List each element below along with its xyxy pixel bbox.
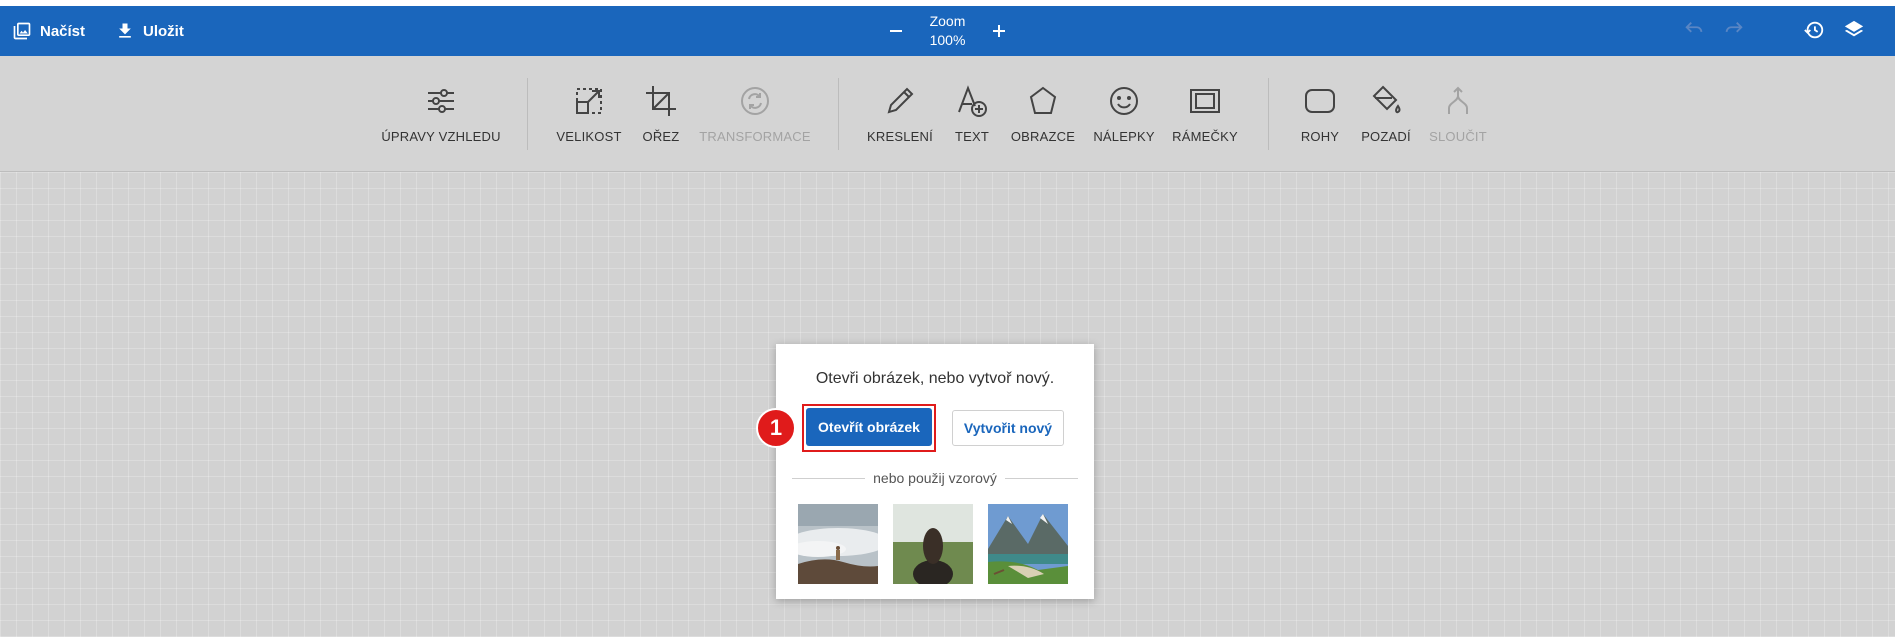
plus-icon: [993, 25, 1006, 37]
rounded-corners-icon: [1305, 89, 1335, 113]
save-button[interactable]: Uložit: [115, 6, 184, 56]
zoom-control: Zoom 100%: [0, 6, 1895, 56]
tool-transform[interactable]: TRANSFORMACE: [699, 84, 811, 144]
tool-crop[interactable]: OŘEZ: [636, 84, 686, 144]
history-icon: [1804, 21, 1824, 39]
zoom-readout: Zoom 100%: [930, 12, 966, 50]
open-image-dialog: Otevři obrázek, nebo vytvoř nový. Otevří…: [756, 344, 1094, 599]
sample-girl-image: [893, 504, 973, 584]
tool-resize[interactable]: VELIKOST: [554, 84, 624, 144]
zoom-in-button[interactable]: [987, 19, 1011, 43]
sample-label: nebo použij vzorový: [873, 470, 997, 486]
open-image-button[interactable]: Otevřít obrázek: [806, 408, 932, 446]
separator: [527, 78, 528, 150]
redo-icon: [1725, 22, 1743, 33]
load-button[interactable]: Načíst: [12, 6, 85, 56]
text-add-icon: [958, 85, 987, 117]
paint-bucket-icon: [1372, 85, 1401, 114]
dialog-title: Otevři obrázek, nebo vytvoř nový.: [815, 370, 1055, 387]
tool-frames[interactable]: RÁMEČKY: [1167, 84, 1243, 144]
pencil-icon: [887, 87, 914, 114]
tool-stickers[interactable]: NÁLEPKY: [1089, 84, 1159, 144]
divider-line: [1004, 477, 1078, 479]
sample-image-girl[interactable]: [893, 504, 973, 584]
layers-button[interactable]: [1843, 19, 1865, 41]
create-new-button[interactable]: Vytvořit nový: [952, 410, 1064, 446]
tool-label: ROHY: [1300, 129, 1340, 144]
zoom-value: 100%: [929, 32, 966, 48]
save-label: Uložit: [143, 22, 184, 40]
sample-images: [798, 504, 1068, 584]
tool-corners[interactable]: ROHY: [1295, 84, 1345, 144]
resize-icon: [576, 88, 602, 114]
zoom-label: Zoom: [929, 13, 966, 29]
tool-drawing[interactable]: KRESLENÍ: [865, 84, 935, 144]
minus-icon: [889, 30, 902, 32]
tool-merge[interactable]: SLOUČIT: [1425, 84, 1491, 144]
sample-mountains-image: [988, 504, 1068, 584]
shapes-icon: [1029, 86, 1057, 114]
zoom-out-button[interactable]: [884, 19, 908, 43]
redo-button[interactable]: [1723, 19, 1745, 41]
tool-background[interactable]: POZADÍ: [1356, 84, 1416, 144]
sample-image-mountains[interactable]: [988, 504, 1068, 584]
separator: [838, 78, 839, 150]
tool-label: TEXT: [954, 129, 990, 144]
tool-label: TRANSFORMACE: [699, 129, 811, 144]
divider-line: [792, 477, 866, 479]
tool-label: KRESLENÍ: [867, 129, 933, 144]
sample-image-fog[interactable]: [798, 504, 878, 584]
smiley-icon: [1110, 87, 1138, 115]
sliders-icon: [428, 89, 454, 113]
sample-divider: nebo použij vzorový: [792, 470, 1078, 486]
history-button[interactable]: [1803, 19, 1825, 41]
download-icon: [119, 23, 131, 38]
tool-label: NÁLEPKY: [1093, 129, 1155, 144]
tool-label: POZADÍ: [1361, 129, 1411, 144]
image-icon: [13, 22, 31, 40]
undo-icon: [1685, 22, 1703, 33]
tool-toolbar: ÚPRAVY VZHLEDU VELIKOST OŘEZ TRANSFORMAC…: [0, 56, 1895, 172]
step-marker: 1: [756, 408, 796, 448]
frame-icon: [1190, 89, 1220, 113]
tool-label: SLOUČIT: [1429, 129, 1487, 144]
top-bar: Načíst Uložit Zoom 100%: [0, 6, 1895, 56]
layers-icon: [1844, 20, 1864, 37]
undo-button[interactable]: [1683, 19, 1705, 41]
tool-appearance[interactable]: ÚPRAVY VZHLEDU: [381, 84, 500, 144]
sample-fog-image: [798, 504, 878, 584]
tool-label: ÚPRAVY VZHLEDU: [381, 129, 501, 144]
rotate-icon: [741, 87, 769, 115]
merge-icon: [1448, 86, 1468, 114]
tool-label: OBRAZCE: [1010, 129, 1076, 144]
crop-icon: [646, 86, 676, 116]
tool-label: VELIKOST: [556, 129, 622, 144]
tool-label: OŘEZ: [642, 129, 680, 144]
tool-shapes[interactable]: OBRAZCE: [1006, 84, 1080, 144]
load-label: Načíst: [40, 22, 86, 40]
tool-text[interactable]: TEXT: [947, 84, 997, 144]
separator: [1268, 78, 1269, 150]
tool-label: RÁMEČKY: [1172, 129, 1238, 144]
